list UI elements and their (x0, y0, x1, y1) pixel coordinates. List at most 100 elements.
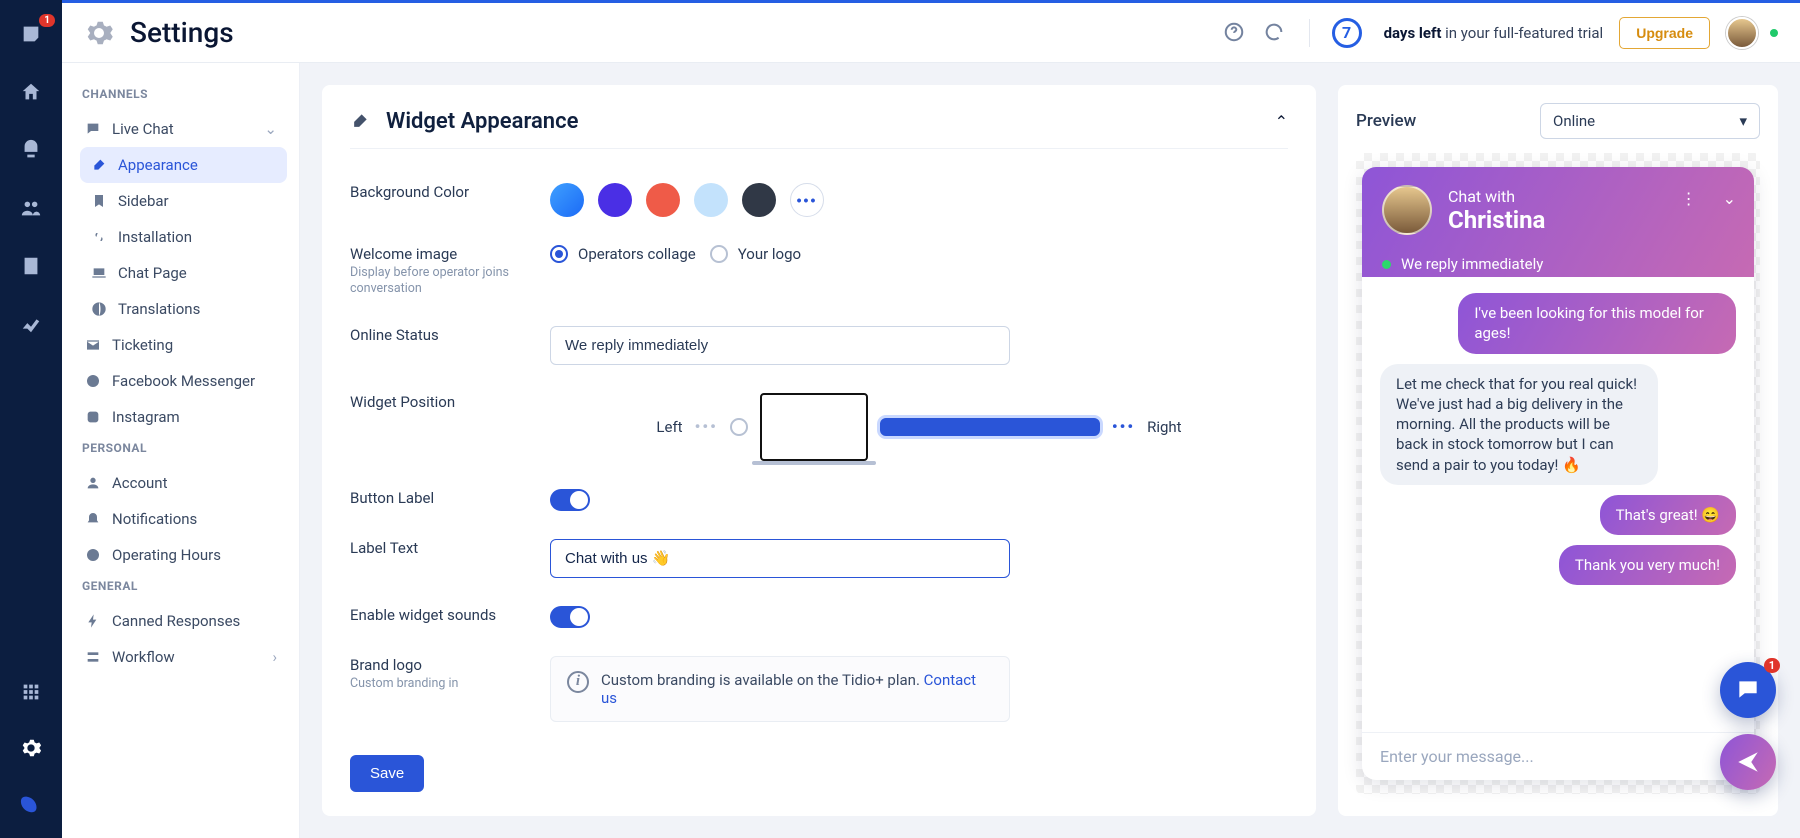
gear-icon[interactable] (17, 734, 45, 762)
preview-state-select[interactable]: Online ▾ (1540, 103, 1760, 139)
color-swatch-3[interactable] (646, 183, 680, 217)
color-swatch-2[interactable] (598, 183, 632, 217)
chat-widget-preview: Chat with Christina ⋮ ⌄ We reply immedi (1362, 167, 1754, 780)
color-swatch-more[interactable]: ••• (790, 183, 824, 217)
presence-dot (1770, 29, 1778, 37)
left-nav-rail: 1 (0, 0, 62, 838)
analytics-icon[interactable] (17, 310, 45, 338)
agent-name: Christina (1448, 206, 1545, 234)
sidebar-item-account[interactable]: Account (74, 465, 287, 501)
send-fab[interactable] (1720, 734, 1776, 790)
sidebar-item-fb[interactable]: Facebook Messenger (74, 363, 287, 399)
section-general: GENERAL (74, 573, 287, 603)
status-banner: We reply immediately (1382, 255, 1543, 273)
enable-sounds-toggle[interactable] (550, 606, 590, 628)
section-channels: CHANNELS (74, 81, 287, 111)
sidebar-item-ticketing[interactable]: Ticketing (74, 327, 287, 363)
color-swatch-4[interactable] (694, 183, 728, 217)
sidebar-item-label: Live Chat (112, 120, 174, 138)
contacts-icon[interactable] (17, 252, 45, 280)
apps-grid-icon[interactable] (17, 678, 45, 706)
collapse-icon[interactable]: ⌃ (1275, 112, 1288, 131)
sidebar-item-translations[interactable]: Translations (80, 291, 287, 327)
brand-logo-icon[interactable] (17, 790, 45, 818)
position-left-label: Left (656, 418, 682, 436)
sidebar-item-label: Account (112, 474, 168, 492)
trial-days-badge: 7 (1332, 18, 1362, 48)
sidebar-item-sidebar[interactable]: Sidebar (80, 183, 287, 219)
online-status-input[interactable] (550, 326, 1010, 365)
chevron-down-icon[interactable]: ⌄ (1723, 189, 1736, 208)
instagram-icon (84, 408, 102, 426)
label-text-input[interactable] (550, 539, 1010, 578)
bell-icon (84, 510, 102, 528)
sidebar-item-installation[interactable]: Installation (80, 219, 287, 255)
sidebar-item-label: Facebook Messenger (112, 372, 255, 390)
sidebar-item-notifications[interactable]: Notifications (74, 501, 287, 537)
sidebar-item-ig[interactable]: Instagram (74, 399, 287, 435)
sidebar-item-label: Installation (118, 228, 192, 246)
button-label-toggle[interactable] (550, 489, 590, 511)
label-label-text: Label Text (350, 539, 520, 557)
page-header: Settings 7 days left in your full-featur… (62, 3, 1800, 63)
form-heading: Widget Appearance (386, 109, 578, 134)
sidebar-item-canned[interactable]: Canned Responses (74, 603, 287, 639)
sidebar-item-label: Notifications (112, 510, 197, 528)
radio-operators-collage[interactable]: Operators collage (550, 245, 696, 263)
sidebar-item-chat-page[interactable]: Chat Page (80, 255, 287, 291)
inbox-icon[interactable]: 1 (17, 20, 45, 48)
position-right-radio[interactable] (880, 418, 1100, 436)
settings-sidebar: CHANNELS Live Chat ⌄ Appearance Sidebar (62, 63, 300, 838)
label-online-status: Online Status (350, 326, 520, 344)
sidebar-item-label: Operating Hours (112, 546, 221, 564)
msg-out-1: I've been looking for this model for age… (1458, 293, 1736, 354)
kebab-icon[interactable]: ⋮ (1681, 189, 1697, 208)
label-widget-position: Widget Position (350, 393, 520, 411)
sidebar-item-label: Workflow (112, 648, 175, 666)
bookmark-icon (90, 192, 108, 210)
chat-with-label: Chat with (1448, 187, 1545, 206)
brush-icon (350, 111, 372, 133)
position-right-label: Right (1147, 418, 1181, 436)
fab-badge: 1 (1764, 658, 1780, 673)
upgrade-button[interactable]: Upgrade (1619, 17, 1710, 49)
color-swatch-5[interactable] (742, 183, 776, 217)
label-enable-sounds: Enable widget sounds (350, 606, 520, 624)
sidebar-item-label: Translations (118, 300, 200, 318)
sync-icon[interactable] (1263, 21, 1287, 45)
sidebar-item-hours[interactable]: Operating Hours (74, 537, 287, 573)
agent-avatar (1382, 185, 1432, 235)
sidebar-item-label: Ticketing (112, 336, 173, 354)
avatar[interactable] (1726, 17, 1758, 49)
chat-input-placeholder[interactable]: Enter your message... (1362, 732, 1754, 780)
label-welcome-image: Welcome image Display before operator jo… (350, 245, 520, 298)
help-icon[interactable] (1223, 21, 1247, 45)
save-button[interactable]: Save (350, 755, 424, 792)
sidebar-item-label: Instagram (112, 408, 180, 426)
messenger-icon (84, 372, 102, 390)
sidebar-item-live-chat[interactable]: Live Chat ⌄ (74, 111, 287, 147)
radio-your-logo[interactable]: Your logo (710, 245, 801, 263)
widget-appearance-form: Widget Appearance ⌃ Background Color ••• (322, 85, 1316, 816)
inbox-badge: 1 (39, 14, 55, 27)
home-icon[interactable] (17, 78, 45, 106)
bot-icon[interactable] (17, 136, 45, 164)
info-icon: i (567, 671, 589, 693)
position-left-radio[interactable] (730, 418, 748, 436)
people-icon[interactable] (17, 194, 45, 222)
label-bg-color: Background Color (350, 183, 520, 201)
chat-icon (84, 120, 102, 138)
sidebar-item-appearance[interactable]: Appearance (80, 147, 287, 183)
trial-text: days left in your full-featured trial (1384, 24, 1604, 42)
clock-icon (84, 546, 102, 564)
sidebar-item-workflow[interactable]: Workflow › (74, 639, 287, 675)
chat-launcher-fab[interactable]: 1 (1720, 662, 1776, 718)
link-icon (90, 228, 108, 246)
laptop-icon (90, 264, 108, 282)
caret-down-icon: ▾ (1739, 112, 1747, 130)
label-button-label: Button Label (350, 489, 520, 507)
preview-title: Preview (1356, 111, 1416, 131)
color-swatch-1[interactable] (550, 183, 584, 217)
globe-icon (90, 300, 108, 318)
widget-position-control: Left ••• ••• Right (550, 393, 1288, 461)
